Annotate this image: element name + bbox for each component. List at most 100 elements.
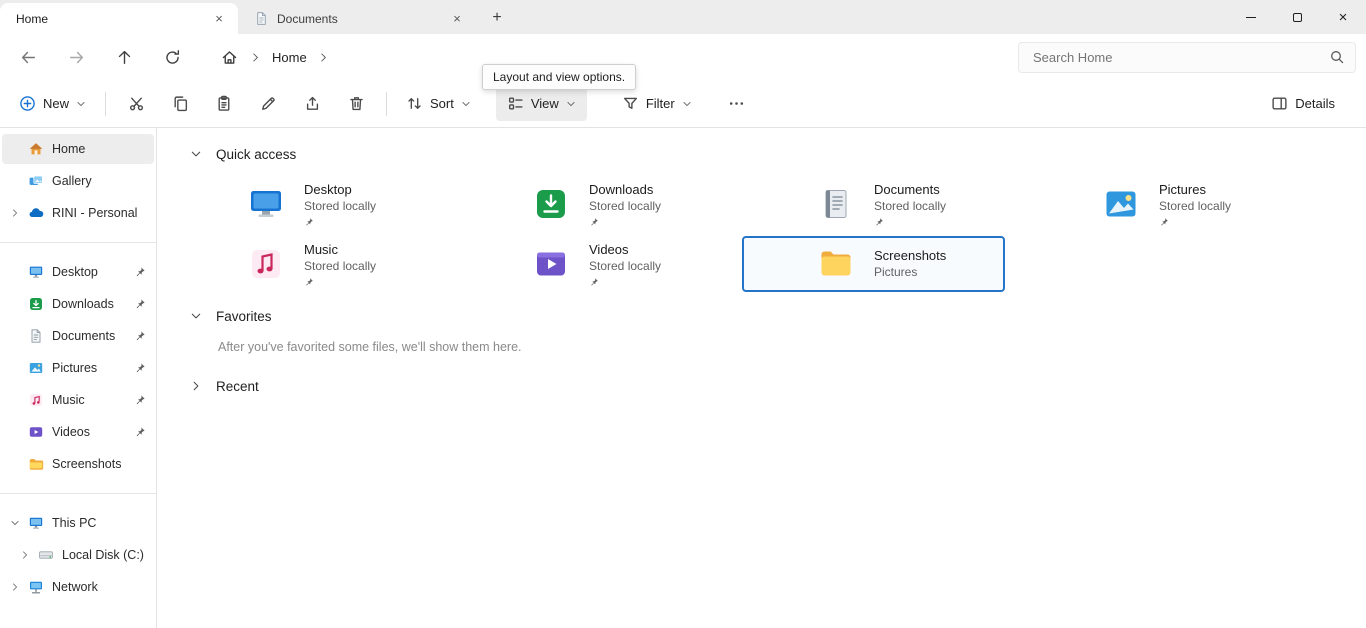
forward-button[interactable] <box>56 39 96 75</box>
sidebar-item-label: Local Disk (C:) <box>62 548 144 562</box>
up-button[interactable] <box>104 39 144 75</box>
sidebar-item-local-disk-c[interactable]: Local Disk (C:) <box>2 540 154 570</box>
tile-downloads[interactable]: Downloads Stored locally <box>457 176 720 232</box>
delete-button[interactable] <box>334 87 378 121</box>
share-button[interactable] <box>290 87 334 121</box>
home-icon <box>28 141 44 157</box>
plus-circle-icon <box>19 95 36 112</box>
sidebar-item-label: RINI - Personal <box>52 206 137 220</box>
paste-button[interactable] <box>202 87 246 121</box>
chevron-right-icon[interactable] <box>244 46 266 68</box>
pin-icon <box>134 394 146 406</box>
filter-icon <box>622 95 639 112</box>
sidebar-item-onedrive[interactable]: RINI - Personal <box>2 198 154 228</box>
sidebar-item-label: Music <box>52 393 85 407</box>
tile-documents[interactable]: Documents Stored locally <box>742 176 1005 232</box>
details-label: Details <box>1295 96 1335 111</box>
tab-label: Documents <box>277 12 448 26</box>
file-explorer-window: Home × Documents × + × <box>0 0 1366 628</box>
pin-icon <box>304 217 314 227</box>
pin-icon <box>589 277 599 287</box>
sidebar-item-screenshots[interactable]: Screenshots <box>2 449 154 479</box>
sidebar-item-downloads[interactable]: Downloads <box>2 289 154 319</box>
breadcrumb: Home <box>214 42 335 72</box>
sidebar-item-gallery[interactable]: Gallery <box>2 166 154 196</box>
chevron-down-icon <box>461 99 471 109</box>
rename-button[interactable] <box>246 87 290 121</box>
chevron-down-icon[interactable] <box>190 310 202 322</box>
chevron-right-icon[interactable] <box>2 198 28 228</box>
filter-button[interactable]: Filter <box>611 87 703 121</box>
sidebar-separator <box>0 493 156 494</box>
sidebar-item-this-pc[interactable]: This PC <box>2 508 154 538</box>
tile-pictures[interactable]: Pictures Stored locally <box>1027 176 1290 232</box>
sidebar-item-desktop[interactable]: Desktop <box>2 257 154 287</box>
section-favorites[interactable]: Favorites <box>190 306 1366 326</box>
chevron-down-icon[interactable] <box>190 148 202 160</box>
back-button[interactable] <box>8 39 48 75</box>
tab-bar: Home × Documents × + × <box>0 0 1366 34</box>
sort-icon <box>406 95 423 112</box>
breadcrumb-root[interactable]: Home <box>272 50 307 65</box>
chevron-right-icon[interactable] <box>2 572 28 602</box>
new-tab-button[interactable]: + <box>484 5 510 31</box>
view-button[interactable]: View <box>496 87 587 121</box>
command-bar: New Sort <box>0 80 1366 128</box>
item-detail: Stored locally <box>304 258 376 274</box>
section-quick-access[interactable]: Quick access <box>190 144 1366 164</box>
tile-screenshots[interactable]: Screenshots Pictures <box>742 236 1005 292</box>
view-icon <box>507 95 524 112</box>
search-input[interactable] <box>1033 50 1329 65</box>
new-button[interactable]: New <box>8 87 97 121</box>
pin-icon <box>874 217 884 227</box>
sidebar-separator <box>0 242 156 243</box>
document-icon <box>254 11 269 26</box>
sidebar-item-label: Gallery <box>52 174 92 188</box>
more-options-button[interactable] <box>715 87 759 121</box>
this-pc-icon <box>28 515 44 531</box>
downloads-icon <box>533 186 569 222</box>
gallery-icon <box>28 173 44 189</box>
sidebar-item-label: Videos <box>52 425 90 439</box>
chevron-right-icon[interactable] <box>12 540 38 570</box>
copy-button[interactable] <box>158 87 202 121</box>
tile-music[interactable]: Music Stored locally <box>172 236 435 292</box>
sort-label: Sort <box>430 96 454 111</box>
navigation-pane: Home Gallery RINI - Personal <box>0 128 157 628</box>
pin-icon <box>134 330 146 342</box>
section-recent[interactable]: Recent <box>190 376 1366 396</box>
chevron-right-icon[interactable] <box>313 46 335 68</box>
maximize-icon <box>1293 13 1302 22</box>
close-button[interactable]: × <box>1320 0 1366 34</box>
tab-home[interactable]: Home × <box>0 3 238 34</box>
item-name: Videos <box>589 242 661 258</box>
search-icon[interactable] <box>1329 49 1345 65</box>
item-detail: Stored locally <box>874 198 946 214</box>
chevron-down-icon[interactable] <box>2 508 28 538</box>
search-box[interactable] <box>1018 42 1356 73</box>
refresh-button[interactable] <box>152 39 192 75</box>
folder-icon <box>28 456 44 472</box>
tab-documents[interactable]: Documents × <box>238 3 476 34</box>
hard-drive-icon <box>38 547 54 563</box>
sidebar-item-music[interactable]: Music <box>2 385 154 415</box>
pin-icon <box>134 298 146 310</box>
close-icon: × <box>1339 9 1348 26</box>
tile-desktop[interactable]: Desktop Stored locally <box>172 176 435 232</box>
home-icon[interactable] <box>214 42 244 72</box>
folder-icon <box>818 246 854 282</box>
tab-close-icon[interactable]: × <box>210 10 228 28</box>
sidebar-item-network[interactable]: Network <box>2 572 154 602</box>
sidebar-item-home[interactable]: Home <box>2 134 154 164</box>
minimize-button[interactable] <box>1228 0 1274 34</box>
sidebar-item-videos[interactable]: Videos <box>2 417 154 447</box>
details-button[interactable]: Details <box>1260 87 1346 121</box>
tab-close-icon[interactable]: × <box>448 10 466 28</box>
sidebar-item-pictures[interactable]: Pictures <box>2 353 154 383</box>
tile-videos[interactable]: Videos Stored locally <box>457 236 720 292</box>
sidebar-item-documents[interactable]: Documents <box>2 321 154 351</box>
maximize-button[interactable] <box>1274 0 1320 34</box>
chevron-right-icon[interactable] <box>190 380 202 392</box>
cut-button[interactable] <box>114 87 158 121</box>
sort-button[interactable]: Sort <box>395 87 482 121</box>
